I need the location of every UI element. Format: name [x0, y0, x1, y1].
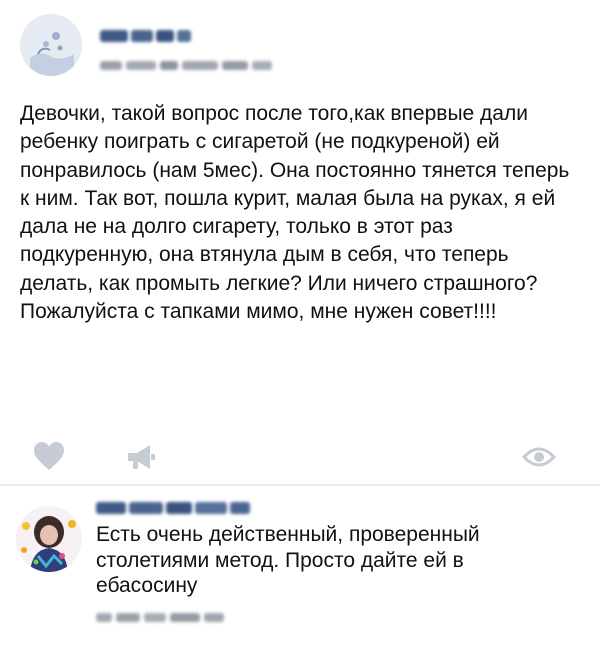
post-actions: [0, 440, 600, 476]
eye-icon: [521, 444, 557, 470]
post-author-name-redacted[interactable]: [100, 26, 191, 46]
comment-timestamp-redacted: [96, 610, 224, 624]
comment-author-avatar[interactable]: [16, 506, 82, 572]
user-avatar-icon: [16, 506, 82, 572]
comment-author-name-redacted[interactable]: [96, 498, 250, 518]
megaphone-icon[interactable]: [124, 442, 158, 472]
user-avatar-icon: [20, 14, 82, 76]
comment-text: Есть очень действенный, проверенный стол…: [96, 523, 480, 597]
post-card: Девочки, такой вопрос после того,как впе…: [0, 0, 600, 476]
post-text: Девочки, такой вопрос после того,как впе…: [20, 102, 570, 324]
post-timestamp-redacted: [100, 58, 272, 72]
post-author-avatar[interactable]: [20, 14, 82, 76]
comment-item: Есть очень действенный, проверенный стол…: [0, 486, 600, 648]
heart-icon[interactable]: [32, 440, 66, 472]
